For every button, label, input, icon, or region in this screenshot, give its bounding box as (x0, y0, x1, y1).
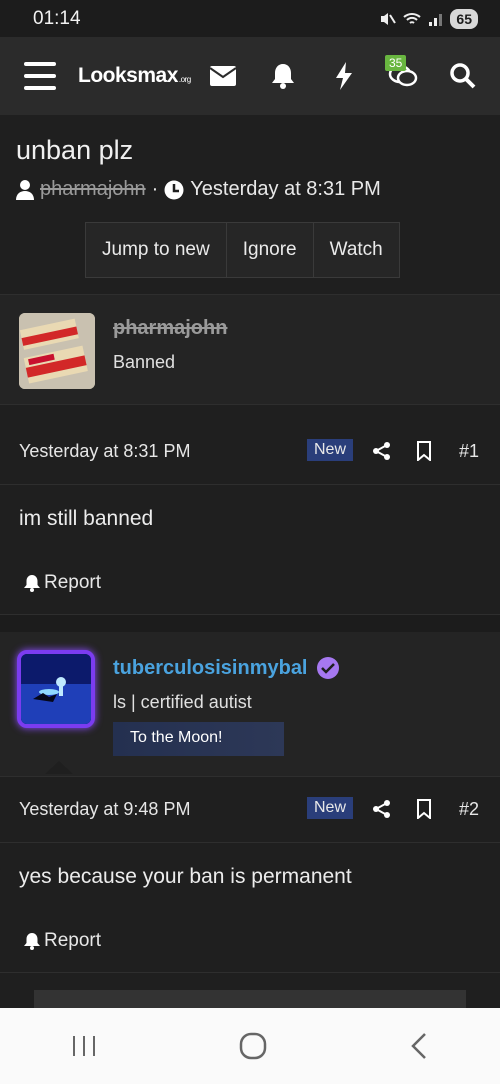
wifi-icon (403, 12, 422, 24)
status-time: 01:14 (33, 7, 81, 29)
divider (0, 972, 500, 973)
post-date[interactable]: Yesterday at 9:48 PM (19, 799, 190, 820)
report-label: Report (44, 572, 102, 593)
post-username-row: tuberculosisinmybal (113, 656, 340, 680)
post-user-block: tuberculosisinmybal ls | certified autis… (0, 632, 500, 777)
bookmark-icon[interactable] (416, 799, 432, 819)
conversations-icon[interactable]: 35 (385, 55, 418, 91)
thread-meta: pharmajohn · Yesterday at 8:31 PM (16, 178, 484, 201)
status-bar: 01:14 65 (0, 0, 500, 37)
clock-icon (164, 180, 184, 199)
top-nav: Looksmax .org 35 (0, 37, 500, 115)
post-user-title: ls | certified autist (113, 692, 252, 712)
share-icon[interactable] (372, 441, 392, 461)
user-banner: To the Moon! (113, 722, 284, 756)
bell-icon (24, 575, 40, 592)
post-username[interactable]: pharmajohn (113, 317, 227, 340)
report-button[interactable]: Report (0, 553, 500, 613)
recent-apps-icon[interactable] (71, 1034, 97, 1058)
envelope-icon[interactable] (208, 61, 238, 91)
post-meta: Yesterday at 8:31 PM New #1 (0, 419, 500, 485)
jump-to-new-button[interactable]: Jump to new (86, 223, 227, 277)
post-number[interactable]: #1 (459, 441, 479, 462)
search-icon[interactable] (448, 61, 478, 91)
post-user-title: Banned (113, 352, 176, 372)
report-label: Report (44, 930, 102, 951)
post-2: tuberculosisinmybal ls | certified autis… (0, 632, 500, 971)
share-icon[interactable] (372, 799, 392, 819)
thread-author[interactable]: pharmajohn (40, 178, 146, 201)
post-body: im still banned (19, 507, 154, 530)
post-separator (0, 614, 500, 632)
bookmark-icon[interactable] (416, 441, 432, 461)
logo-suffix: .org (178, 75, 191, 84)
signal-icon (429, 13, 443, 26)
status-icons: 65 (378, 8, 478, 29)
new-badge: New (307, 797, 354, 819)
meta-separator: · (151, 178, 159, 200)
post-date[interactable]: Yesterday at 8:31 PM (19, 441, 190, 462)
post-1: pharmajohn Banned Yesterday at 8:31 PM N… (0, 295, 500, 613)
new-badge: New (307, 439, 354, 461)
system-nav-bar (0, 1008, 500, 1084)
post-pointer (45, 761, 73, 774)
ignore-button[interactable]: Ignore (226, 223, 314, 277)
report-button[interactable]: Report (0, 911, 500, 971)
verified-icon (316, 657, 339, 679)
bell-icon (24, 933, 40, 950)
reply-box-peek (34, 990, 466, 1010)
watch-button[interactable]: Watch (313, 223, 399, 277)
mute-icon (381, 12, 397, 25)
thread-title: unban plz (16, 135, 134, 165)
post-number[interactable]: #2 (459, 799, 479, 820)
lightning-icon[interactable] (329, 61, 359, 91)
logo-text: Looksmax (78, 64, 178, 87)
avatar[interactable] (19, 313, 95, 389)
back-icon[interactable] (409, 1032, 429, 1060)
messages-badge: 35 (385, 55, 407, 71)
post-body: yes because your ban is permanent (19, 865, 352, 888)
thread-actions: Jump to new Ignore Watch (85, 222, 400, 278)
post-username[interactable]: tuberculosisinmybal (113, 657, 308, 680)
battery-indicator: 65 (450, 8, 478, 29)
post-user-block: pharmajohn Banned (0, 295, 500, 405)
post-meta: Yesterday at 9:48 PM New #2 (0, 777, 500, 843)
site-logo[interactable]: Looksmax .org (78, 64, 191, 88)
bell-icon[interactable] (268, 61, 298, 91)
menu-icon[interactable] (24, 62, 56, 90)
post-pointer (45, 405, 73, 418)
user-icon (16, 179, 34, 200)
avatar[interactable] (17, 650, 95, 728)
thread-date[interactable]: Yesterday at 8:31 PM (190, 178, 381, 201)
home-icon[interactable] (239, 1032, 267, 1060)
